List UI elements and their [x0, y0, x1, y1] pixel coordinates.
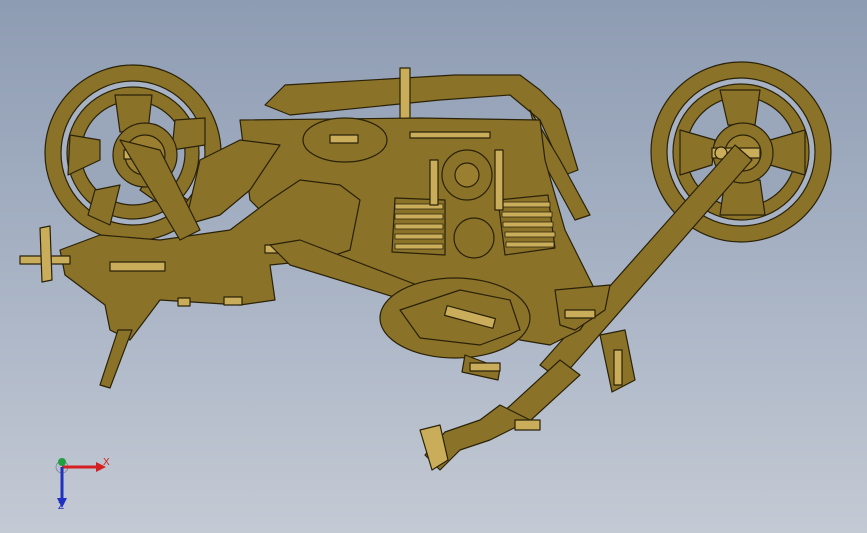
transmission[interactable] — [379, 277, 611, 381]
motorcycle-model[interactable] — [0, 0, 867, 533]
axis-triad: X Z — [40, 450, 120, 520]
z-axis-label: Z — [58, 501, 65, 512]
graphics-viewport[interactable]: X Z — [0, 0, 867, 533]
x-axis-label: X — [103, 457, 110, 468]
